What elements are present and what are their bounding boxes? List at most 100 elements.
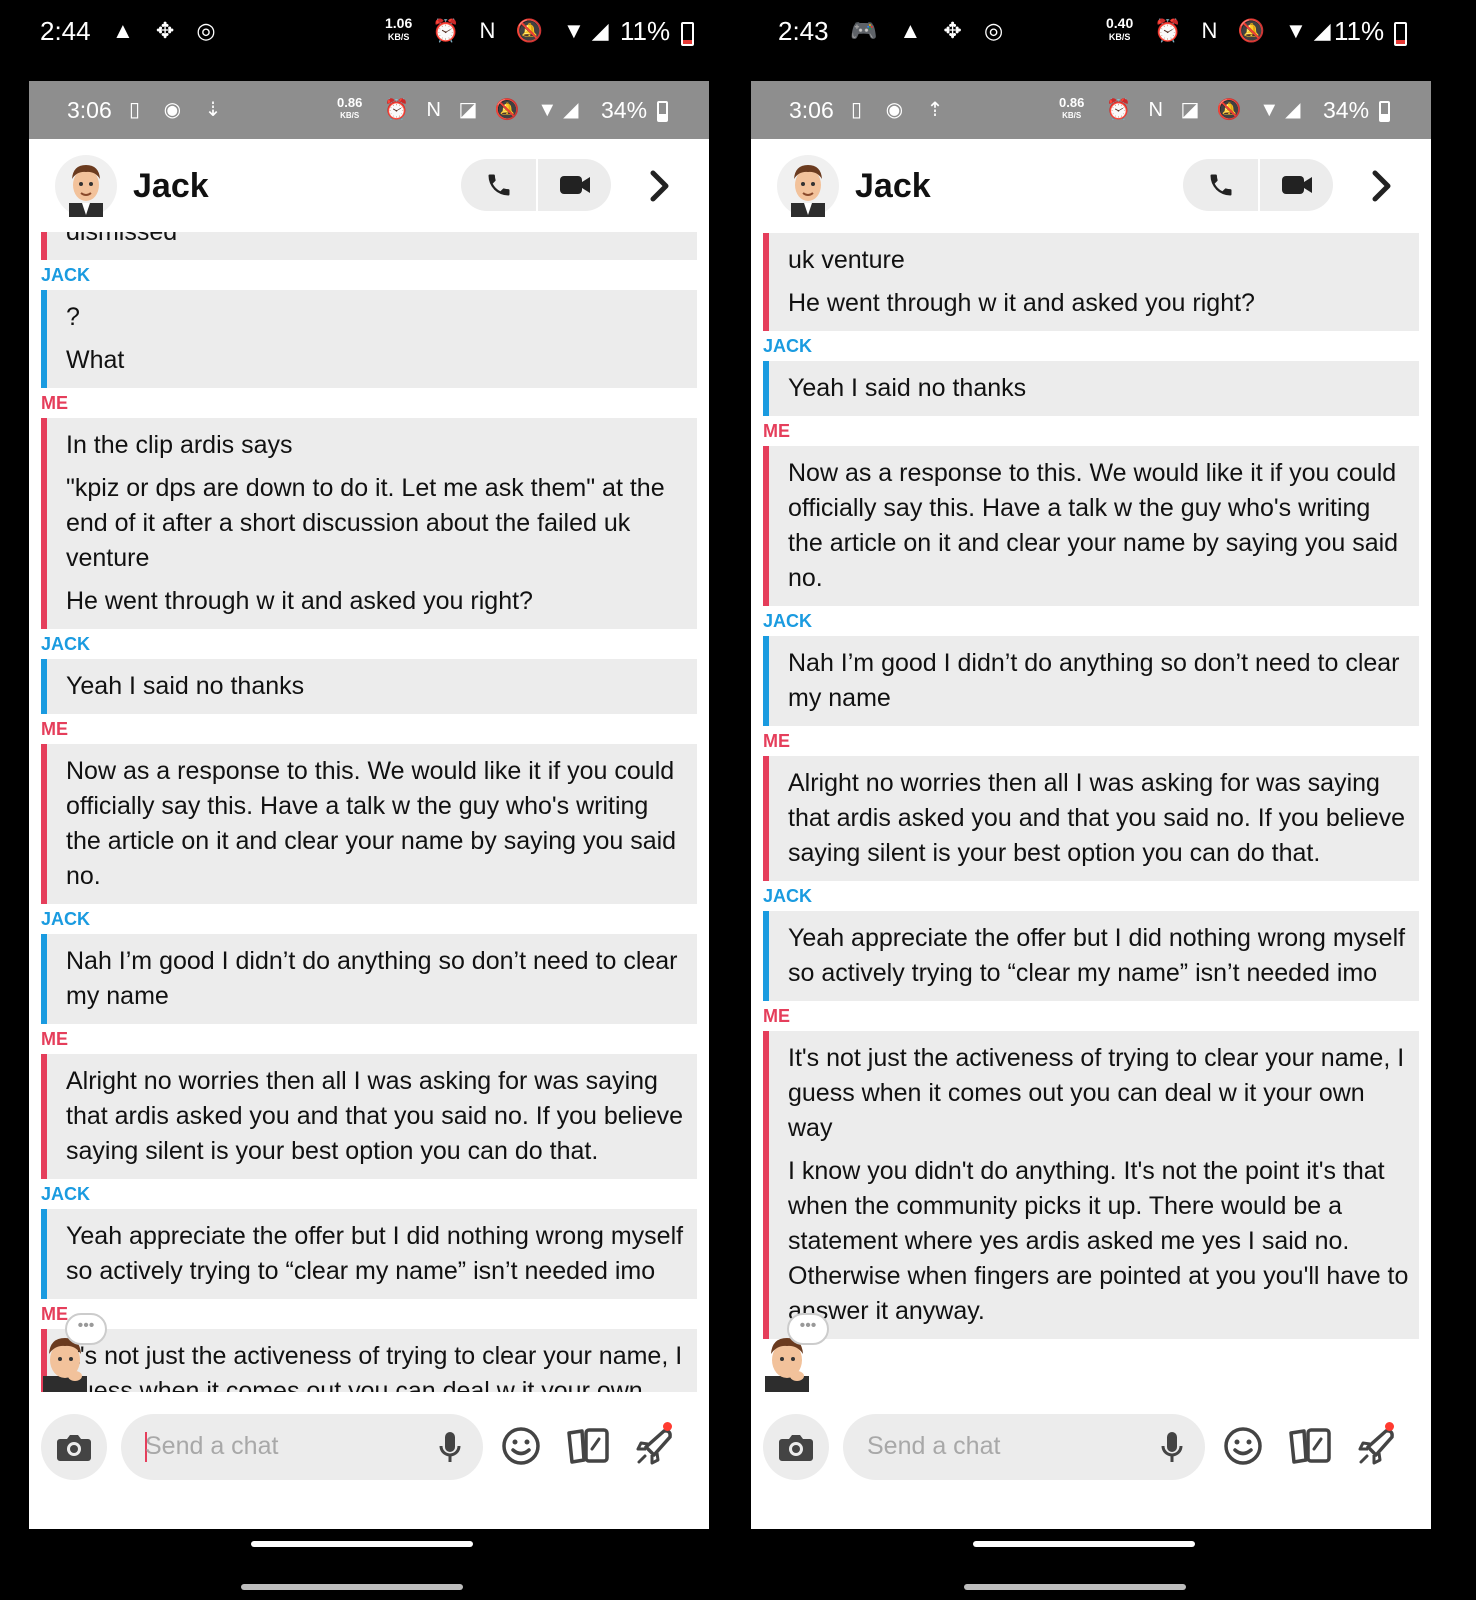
inner-home-indicator[interactable]	[973, 1541, 1195, 1547]
message-bubble[interactable]: Now as a response to this. We would like…	[763, 446, 1419, 606]
avatar[interactable]	[55, 155, 117, 217]
battery-icon	[657, 101, 668, 122]
outer-home-indicator[interactable]	[241, 1584, 463, 1590]
message-bubble[interactable]: Yeah appreciate the offer but I did noth…	[763, 911, 1419, 1001]
message-bubble[interactable]: It's not just the activeness of trying t…	[763, 1031, 1419, 1339]
outer-battery-percent: 11%	[620, 16, 671, 46]
message-bubble[interactable]: Yeah I said no thanks	[41, 659, 697, 714]
message-text: It's not just the activeness of trying t…	[788, 1044, 1405, 1142]
inner-battery-percent: 34%	[601, 97, 648, 123]
sticker-button[interactable]	[1221, 1424, 1265, 1468]
message-bubble[interactable]: Now as a response to this. We would like…	[41, 744, 697, 904]
message-text: What	[66, 346, 125, 374]
mic-icon[interactable]	[1161, 1431, 1183, 1465]
send-chat-input[interactable]: Send a chat	[843, 1414, 1205, 1480]
contact-name[interactable]: Jack	[133, 167, 209, 206]
inner-system-icons: ⏰ N ◪ 🔕 ▼◢	[384, 99, 585, 121]
message-text: He went through w it and asked you right…	[66, 587, 533, 615]
outer-home-indicator[interactable]	[964, 1584, 1186, 1590]
message-text: He went through w it and asked you right…	[788, 289, 1255, 317]
sender-label: JACK	[763, 886, 813, 906]
message-bubble[interactable]: Alright no worries then all I was asking…	[763, 756, 1419, 881]
message-bubble[interactable]: uk venture He went through w it and aske…	[763, 233, 1419, 331]
battery-icon	[1379, 101, 1390, 122]
camera-button[interactable]	[41, 1414, 107, 1480]
speed-value: 0.86	[337, 95, 363, 110]
chevron-right-icon	[650, 170, 669, 202]
rocket-icon	[1358, 1429, 1394, 1465]
chevron-right-icon	[1372, 170, 1391, 202]
snapchat-screen: 3:06 ▯ ◉ ⇡ 0.86 KB/S ⏰ N ◪ 🔕 ▼◢ 34% Jack…	[751, 81, 1431, 1529]
camera-icon	[57, 1435, 91, 1461]
contact-name[interactable]: Jack	[855, 167, 931, 206]
sender-label: JACK	[763, 336, 813, 356]
camera-icon	[779, 1435, 813, 1461]
message-bubble[interactable]: Yeah appreciate the offer but I did noth…	[41, 1209, 697, 1299]
message-list-content: uk venture He went through w it and aske…	[751, 233, 1431, 1339]
message-bubble[interactable]: Nah I’m good I didn’t do anything so don…	[41, 934, 697, 1024]
outer-network-speed: 0.40 KB/S	[1106, 16, 1133, 44]
voice-call-button[interactable]	[461, 159, 536, 211]
message-list-content: dismissed JACK ? What ME In the clip ard…	[29, 232, 709, 1392]
cards-icon	[1289, 1428, 1331, 1464]
mic-icon[interactable]	[439, 1431, 461, 1465]
memories-button[interactable]	[1288, 1424, 1332, 1468]
outer-status-bar: 2:44 ▲ ✥ ◎ 1.06 KB/S ⏰ N 🔕 ▼◢ 11%	[0, 0, 738, 70]
voice-call-button[interactable]	[1183, 159, 1258, 211]
rocket-icon	[636, 1429, 672, 1465]
camera-button[interactable]	[763, 1414, 829, 1480]
inner-network-speed: 0.86 KB/S	[1059, 96, 1084, 122]
right-phone-screenshot: 2:43 🎮 ▲ ✥ ◎ 0.40 KB/S ⏰ N 🔕 ▼◢ 11% 3:06…	[738, 0, 1476, 1600]
message-text: uk venture	[788, 246, 905, 274]
chat-header: Jack	[751, 139, 1431, 232]
bitmoji-avatar-icon	[69, 165, 103, 217]
sender-label: ME	[763, 421, 790, 441]
speed-unit: KB/S	[387, 32, 410, 42]
sticker-button[interactable]	[499, 1424, 543, 1468]
message-text: Alright no worries then all I was asking…	[66, 1067, 684, 1165]
message-bubble[interactable]: ? What	[41, 290, 697, 388]
message-bubble[interactable]: Alright no worries then all I was asking…	[41, 1054, 697, 1179]
message-text: Alright no worries then all I was asking…	[788, 769, 1406, 867]
avatar[interactable]	[777, 155, 839, 217]
message-bubble[interactable]: In the clip ardis says "kpiz or dps are …	[41, 418, 697, 629]
inner-home-indicator[interactable]	[251, 1541, 473, 1547]
inner-status-bar: 3:06 ▯ ◉ ⇡ 0.86 KB/S ⏰ N ◪ 🔕 ▼◢ 34%	[751, 81, 1431, 139]
video-call-button[interactable]	[1258, 159, 1333, 211]
speed-value: 1.06	[385, 15, 413, 31]
inner-notification-icons: ▯ ◉ ⇣	[129, 99, 231, 121]
inner-status-bar: 3:06 ▯ ◉ ⇣ 0.86 KB/S ⏰ N ◪ 🔕 ▼◢ 34%	[29, 81, 709, 139]
phone-icon	[488, 174, 509, 196]
chat-input-bar: Send a chat	[751, 1392, 1431, 1529]
message-list[interactable]: uk venture He went through w it and aske…	[751, 232, 1431, 1392]
memories-button[interactable]	[566, 1424, 610, 1468]
message-text: I know you didn't do anything. It's not …	[788, 1157, 1409, 1325]
notification-dot	[1385, 1422, 1394, 1431]
sender-label: ME	[41, 393, 68, 413]
chat-placeholder: Send a chat	[867, 1432, 1001, 1460]
message-bubble[interactable]: Nah I’m good I didn’t do anything so don…	[763, 636, 1419, 726]
outer-system-icons: ⏰ N 🔕 ▼◢	[1154, 18, 1338, 43]
video-icon	[559, 176, 590, 194]
chevron-right-button[interactable]	[643, 165, 677, 207]
chat-input-bar: Send a chat	[29, 1392, 709, 1529]
message-bubble[interactable]: Yeah I said no thanks	[763, 361, 1419, 416]
message-text: Nah I’m good I didn’t do anything so don…	[66, 947, 678, 1010]
sender-label: JACK	[41, 1184, 91, 1204]
video-call-button[interactable]	[536, 159, 611, 211]
chevron-right-button[interactable]	[1365, 165, 1399, 207]
speed-unit: KB/S	[1062, 111, 1082, 120]
games-button[interactable]	[633, 1422, 677, 1468]
message-list[interactable]: dismissed JACK ? What ME In the clip ard…	[29, 232, 709, 1392]
message-bubble[interactable]: It's not just the activeness of trying t…	[41, 1329, 697, 1392]
sender-label: ME	[763, 731, 790, 751]
outer-battery-percent: 11%	[1334, 16, 1385, 46]
send-chat-input[interactable]: Send a chat	[121, 1414, 483, 1480]
typing-indicator-icon: •••	[787, 1313, 829, 1345]
left-phone-screenshot: 2:44 ▲ ✥ ◎ 1.06 KB/S ⏰ N 🔕 ▼◢ 11% 3:06 ▯…	[0, 0, 738, 1600]
message-bubble[interactable]: dismissed	[41, 232, 697, 260]
cards-icon	[567, 1428, 609, 1464]
outer-clock: 2:44	[40, 16, 91, 46]
message-text: Yeah appreciate the offer but I did noth…	[788, 924, 1406, 987]
games-button[interactable]	[1355, 1422, 1399, 1468]
